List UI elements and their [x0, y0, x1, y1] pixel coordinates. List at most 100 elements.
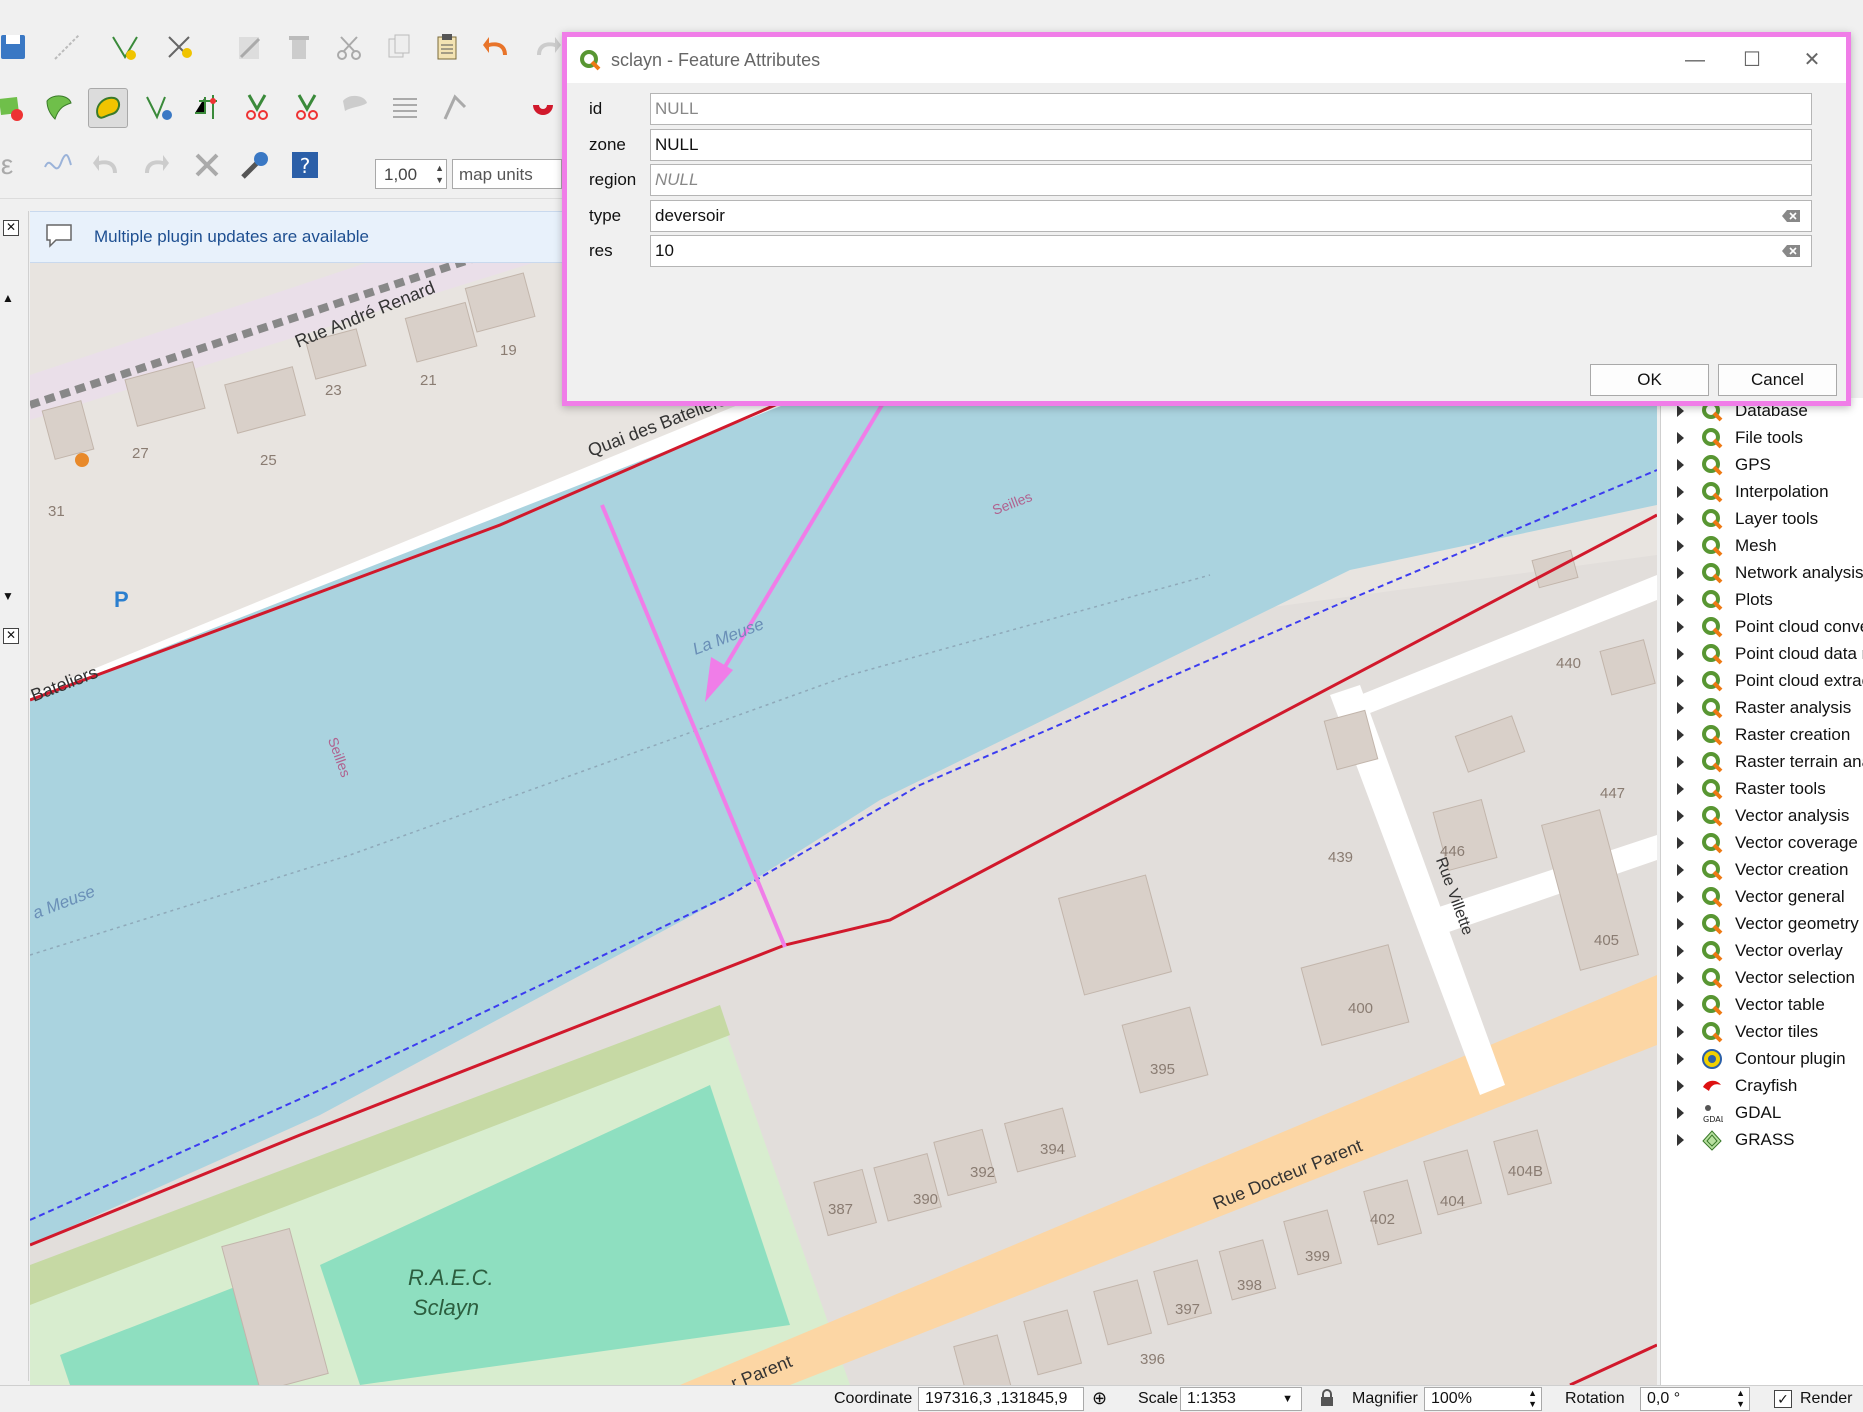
coordinate-field[interactable]: 197316,3 ,131845,9	[918, 1387, 1084, 1411]
toolbox-item-network-analysis[interactable]: Network analysis	[1661, 560, 1863, 587]
toggle-extents-icon[interactable]: ⊕	[1092, 1388, 1107, 1409]
toolbox-item-grass[interactable]: GRASS	[1661, 1127, 1863, 1154]
units-select[interactable]: map units	[452, 159, 562, 189]
toolbox-item-raster-analysis[interactable]: Raster analysis	[1661, 695, 1863, 722]
toolbox-item-layer-tools[interactable]: Layer tools	[1661, 506, 1863, 533]
render-checkbox[interactable]: ✓	[1774, 1390, 1792, 1408]
expand-arrow-icon[interactable]	[1677, 837, 1684, 849]
copy-icon[interactable]	[380, 28, 418, 66]
dialog-title-bar[interactable]: sclayn - Feature Attributes — ☐ ✕	[567, 37, 1846, 83]
paste-icon[interactable]	[428, 28, 466, 66]
expand-arrow-icon[interactable]	[1677, 540, 1684, 552]
toolbox-item-crayfish[interactable]: Crayfish	[1661, 1073, 1863, 1100]
toolbox-item-raster-creation[interactable]: Raster creation	[1661, 722, 1863, 749]
magnifier-field[interactable]: 100% ▲ ▼	[1424, 1387, 1542, 1411]
toolbox-item-raster-tools[interactable]: Raster tools	[1661, 776, 1863, 803]
expand-arrow-icon[interactable]	[1677, 621, 1684, 633]
expand-arrow-icon[interactable]	[1677, 405, 1684, 417]
undo-icon[interactable]	[478, 28, 516, 66]
merge-attributes-icon[interactable]	[336, 88, 374, 126]
toolbox-item-interpolation[interactable]: Interpolation	[1661, 479, 1863, 506]
expand-arrow-icon[interactable]	[1677, 999, 1684, 1011]
clear-text-icon[interactable]	[1781, 209, 1801, 223]
close-icon[interactable]: ✕	[1797, 47, 1827, 73]
toolbox-item-vector-creation[interactable]: Vector creation	[1661, 857, 1863, 884]
toolbox-item-mesh[interactable]: Mesh	[1661, 533, 1863, 560]
toolbox-item-gps[interactable]: GPS	[1661, 452, 1863, 479]
expand-arrow-icon[interactable]	[1677, 1026, 1684, 1038]
toolbox-item-vector-analysis[interactable]: Vector analysis	[1661, 803, 1863, 830]
expand-arrow-icon[interactable]	[1677, 702, 1684, 714]
redo-curve-icon[interactable]	[136, 146, 174, 184]
curve-icon[interactable]	[38, 146, 76, 184]
vertex-tool-icon[interactable]	[106, 28, 144, 66]
expand-arrow-icon[interactable]	[1677, 864, 1684, 876]
stepper-arrows-icon[interactable]: ▲ ▼	[1736, 1388, 1745, 1410]
edit-attributes-icon[interactable]	[230, 28, 268, 66]
expand-arrow-icon[interactable]	[1677, 486, 1684, 498]
toolbox-item-vector-table[interactable]: Vector table	[1661, 992, 1863, 1019]
help-icon[interactable]: ?	[286, 146, 324, 184]
delete-part-icon[interactable]	[0, 88, 30, 126]
split-parts-icon[interactable]	[238, 88, 276, 126]
toolbox-item-vector-coverage[interactable]: Vector coverage	[1661, 830, 1863, 857]
settings-tools-icon[interactable]	[236, 146, 274, 184]
expand-arrow-icon[interactable]	[1677, 918, 1684, 930]
stepper-arrows-icon[interactable]: ▲ ▼	[435, 162, 444, 186]
clear-text-icon[interactable]	[1781, 244, 1801, 258]
tools-icon[interactable]	[188, 146, 226, 184]
expand-arrow-icon[interactable]	[1677, 1053, 1684, 1065]
digitize-line-icon[interactable]	[48, 28, 86, 66]
region-field[interactable]: NULL	[650, 164, 1812, 196]
scroll-down-icon[interactable]: ▼	[2, 589, 14, 603]
map-canvas[interactable]: Rue André Renard Quai des Bateliers Bate…	[30, 255, 1657, 1385]
type-field[interactable]: deversoir	[650, 200, 1812, 232]
toolbox-item-vector-geometry[interactable]: Vector geometry	[1661, 911, 1863, 938]
cancel-button[interactable]: Cancel	[1718, 364, 1837, 396]
expand-arrow-icon[interactable]	[1677, 945, 1684, 957]
undo-curve-icon[interactable]	[88, 146, 126, 184]
merge-icon[interactable]	[288, 88, 326, 126]
simplify-icon[interactable]	[188, 88, 226, 126]
toolbox-item-point-cloud-conve[interactable]: Point cloud conve	[1661, 614, 1863, 641]
plugin-update-notification[interactable]: Multiple plugin updates are available	[30, 211, 570, 263]
cut-icon[interactable]	[330, 28, 368, 66]
expand-arrow-icon[interactable]	[1677, 1080, 1684, 1092]
toolbox-item-vector-selection[interactable]: Vector selection	[1661, 965, 1863, 992]
toolbox-item-point-cloud-data-r[interactable]: Point cloud data r	[1661, 641, 1863, 668]
close-panel-2-icon[interactable]: ✕	[3, 628, 19, 644]
ok-button[interactable]: OK	[1590, 364, 1709, 396]
expand-arrow-icon[interactable]	[1677, 891, 1684, 903]
toolbox-item-plots[interactable]: Plots	[1661, 587, 1863, 614]
toolbox-item-vector-tiles[interactable]: Vector tiles	[1661, 1019, 1863, 1046]
offset-curve-icon[interactable]	[88, 88, 128, 128]
epsilon-icon[interactable]: ε	[0, 146, 26, 184]
toolbox-item-point-cloud-extrac[interactable]: Point cloud extrac	[1661, 668, 1863, 695]
redo-icon[interactable]	[528, 28, 566, 66]
lock-icon[interactable]	[1320, 1389, 1334, 1407]
snapping-magnet-icon[interactable]	[524, 88, 562, 126]
minimize-icon[interactable]: —	[1680, 47, 1710, 73]
line-width-stepper[interactable]: 1,00 ▲ ▼	[375, 159, 447, 189]
multi-edit-icon[interactable]	[160, 28, 198, 66]
expand-arrow-icon[interactable]	[1677, 648, 1684, 660]
zone-field[interactable]: NULL	[650, 129, 1812, 161]
maximize-icon[interactable]: ☐	[1737, 47, 1767, 73]
expand-arrow-icon[interactable]	[1677, 432, 1684, 444]
expand-arrow-icon[interactable]	[1677, 729, 1684, 741]
scale-select[interactable]: 1:1353 ▼	[1180, 1387, 1302, 1411]
expand-arrow-icon[interactable]	[1677, 1107, 1684, 1119]
expand-arrow-icon[interactable]	[1677, 567, 1684, 579]
stepper-arrows-icon[interactable]: ▲ ▼	[1528, 1388, 1537, 1410]
offset-point-icon[interactable]	[436, 88, 474, 126]
toolbox-item-gdal[interactable]: GDAL GDAL	[1661, 1100, 1863, 1127]
expand-arrow-icon[interactable]	[1677, 783, 1684, 795]
toolbox-item-contour-plugin[interactable]: Contour plugin	[1661, 1046, 1863, 1073]
expand-arrow-icon[interactable]	[1677, 756, 1684, 768]
close-panel-icon[interactable]: ✕	[3, 220, 19, 236]
reshape-icon[interactable]	[40, 88, 78, 126]
expand-arrow-icon[interactable]	[1677, 459, 1684, 471]
id-field[interactable]: NULL	[650, 93, 1812, 125]
toolbox-item-file-tools[interactable]: File tools	[1661, 425, 1863, 452]
rotation-field[interactable]: 0,0 ° ▲ ▼	[1640, 1387, 1750, 1411]
